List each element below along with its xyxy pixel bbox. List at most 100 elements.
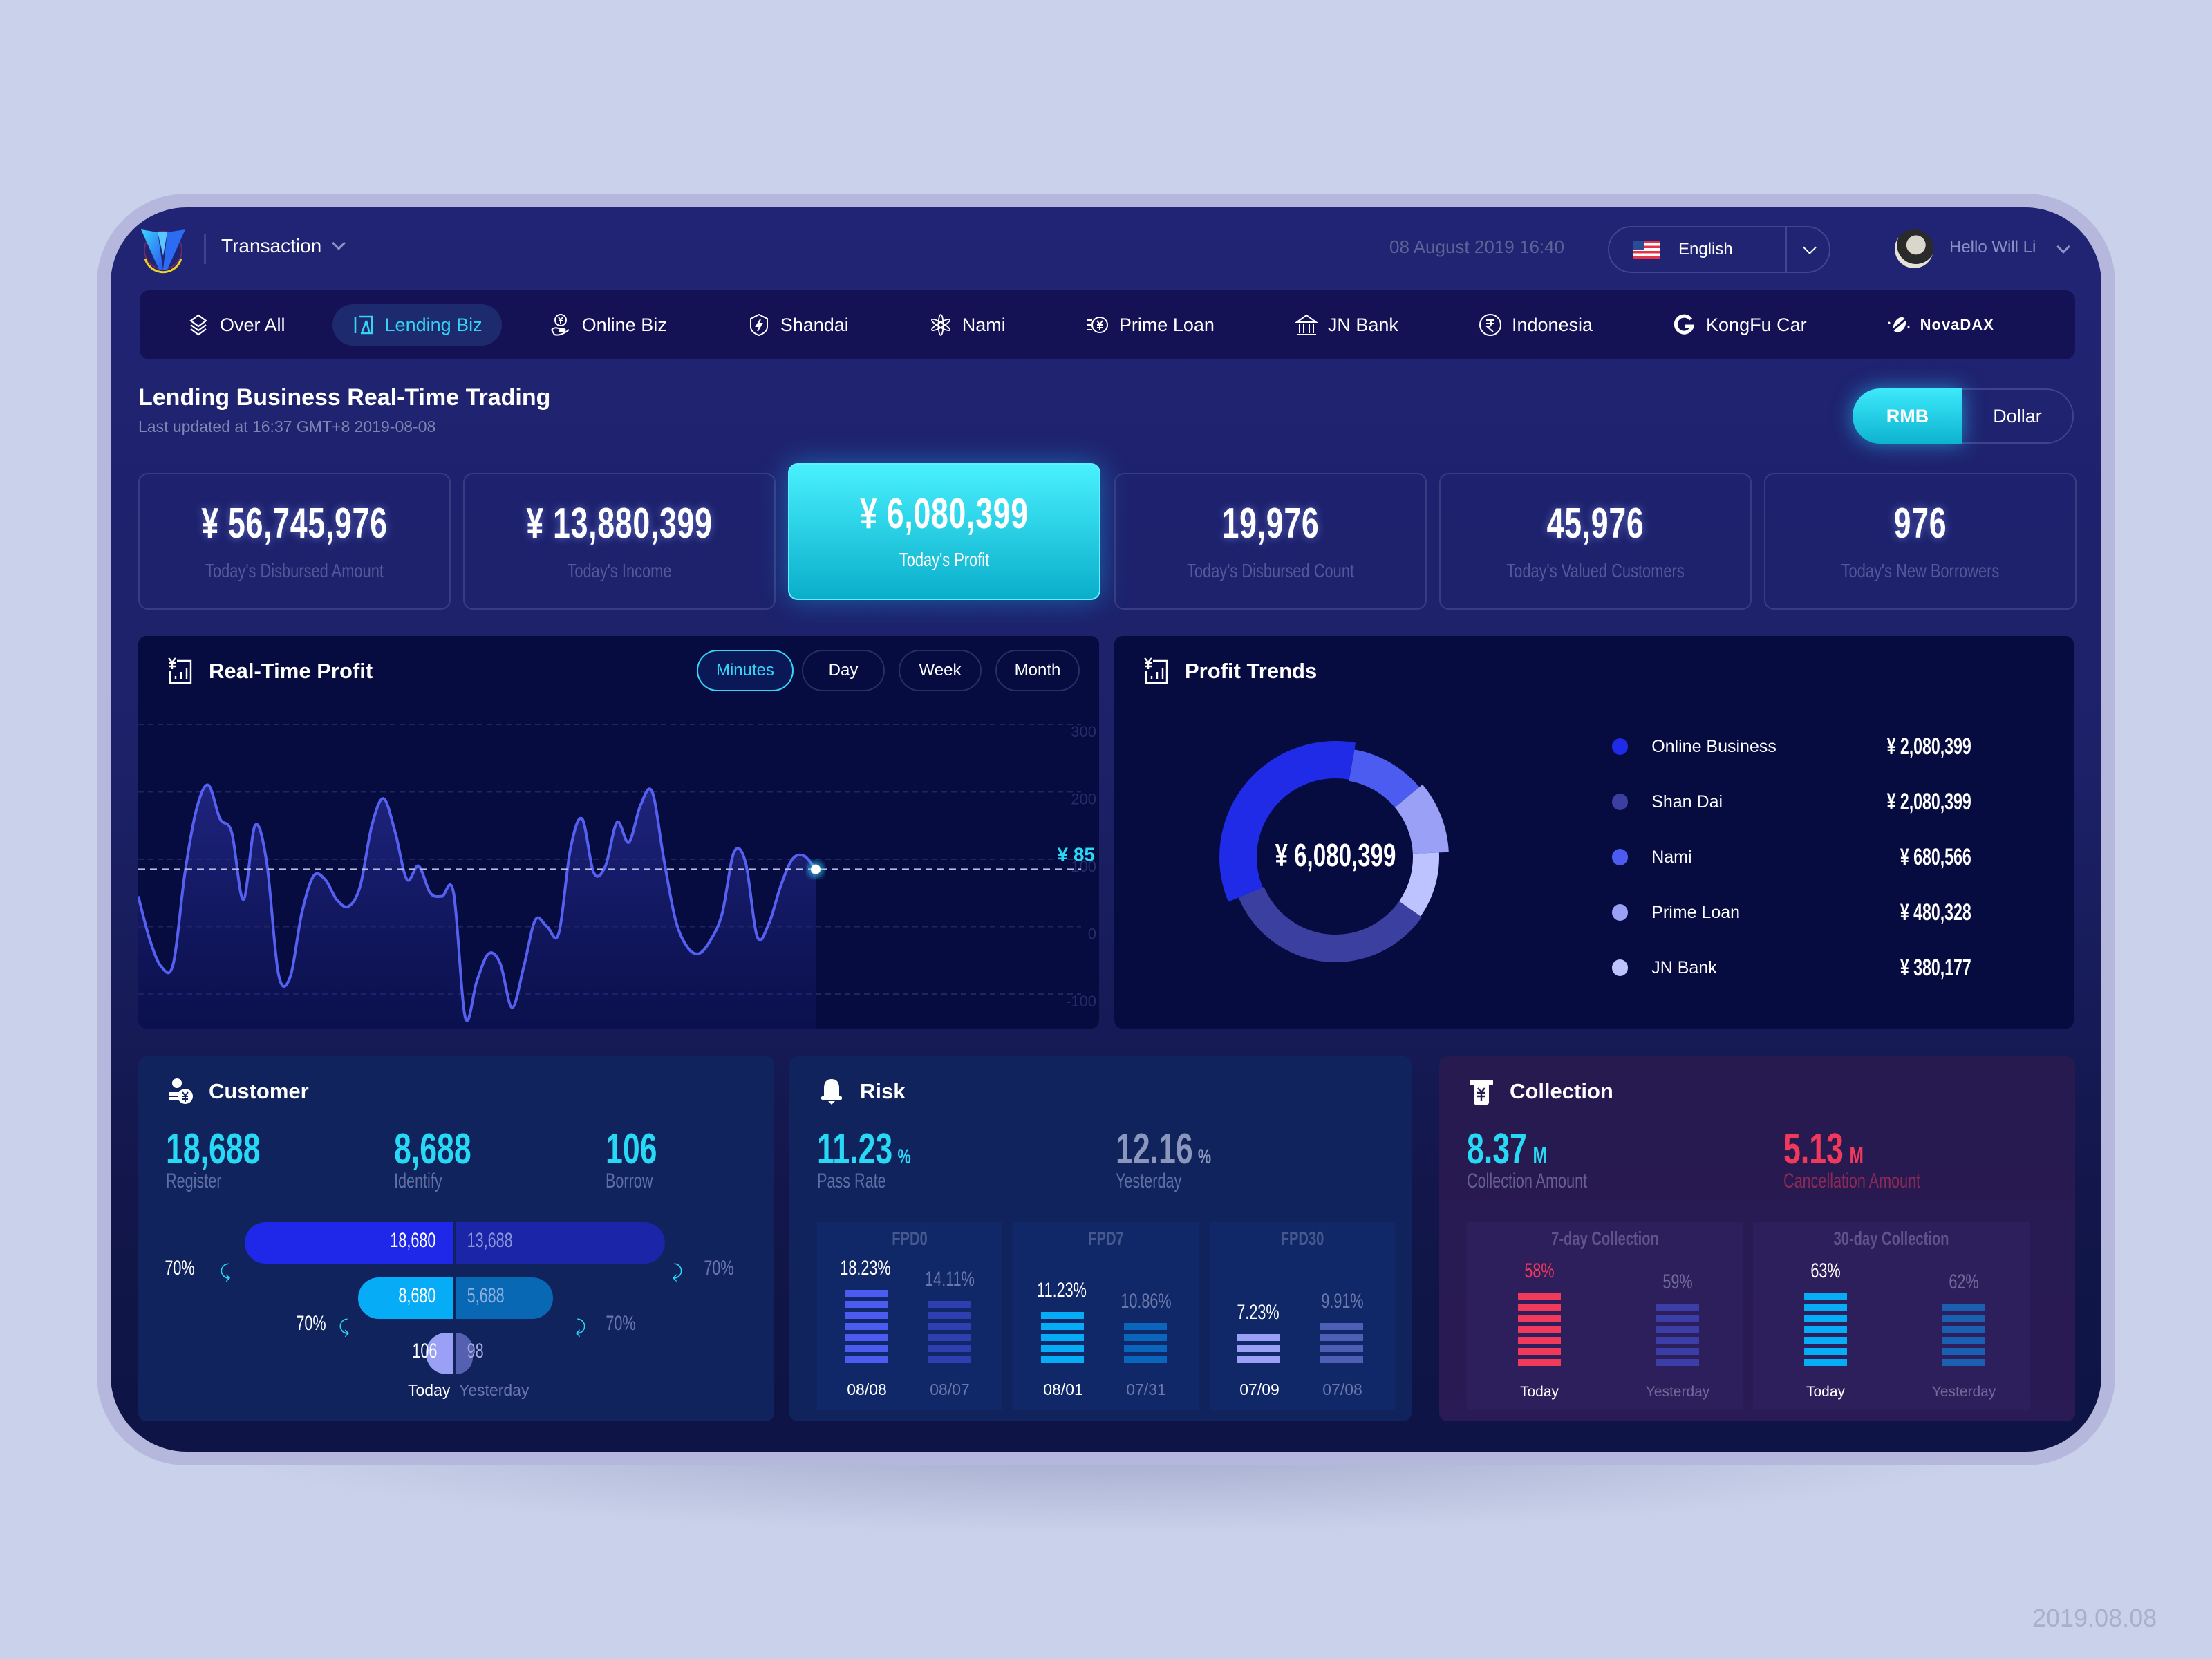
- kpi-card-income[interactable]: ¥ 13,880,399 Today's Income: [463, 473, 776, 610]
- panel-title: Risk: [817, 1077, 905, 1106]
- language-select[interactable]: English: [1608, 226, 1830, 273]
- previous-bar-stack: [1124, 1323, 1167, 1363]
- legend-item[interactable]: Prime Loan ¥ 480,328: [1612, 899, 1971, 926]
- kpi-value: ¥ 6,080,399: [860, 490, 1029, 538]
- customer-panel: Customer 18,688 Register 8,688 Identify …: [138, 1056, 774, 1421]
- currency-dollar-button[interactable]: Dollar: [1962, 390, 2072, 442]
- panel-title: Customer: [166, 1077, 309, 1106]
- range-week-button[interactable]: Week: [899, 650, 982, 691]
- nav-item-nami[interactable]: Nami: [910, 304, 1025, 346]
- y-tick-label: -100: [1066, 993, 1096, 1010]
- fpd-title: FPD7: [1088, 1228, 1124, 1249]
- fpd-card-fpd30: FPD30 7.23% 9.91% 07/09 07/08: [1210, 1222, 1395, 1410]
- bar-segment: [1804, 1304, 1847, 1311]
- nav-label: Over All: [220, 314, 285, 335]
- pass-rate-label: Pass Rate: [817, 1170, 886, 1192]
- currency-toggle: RMB Dollar: [1853, 388, 2074, 444]
- legend-item[interactable]: Online Business ¥ 2,080,399: [1612, 733, 1971, 760]
- identify-label: Identify: [394, 1170, 442, 1192]
- range-minutes-button[interactable]: Minutes: [697, 650, 794, 691]
- chevron-down-icon: [1803, 241, 1817, 254]
- legend-value: ¥ 680,566: [1900, 843, 1971, 870]
- nav-item-lending-biz[interactable]: Lending Biz: [332, 304, 502, 346]
- nav-label: Nami: [962, 314, 1006, 335]
- chevron-down-icon: [332, 236, 346, 250]
- flower-icon: [930, 314, 950, 336]
- user-greeting[interactable]: Hello Will Li: [1949, 238, 2036, 257]
- kpi-label: Today's Valued Customers: [1506, 560, 1685, 581]
- bar-segment: [1041, 1334, 1084, 1341]
- register-label: Register: [166, 1170, 222, 1192]
- nav-item-shandai[interactable]: Shandai: [728, 304, 868, 346]
- range-month-button[interactable]: Month: [995, 650, 1080, 691]
- funnel-today-value: 106: [412, 1340, 438, 1362]
- bar-segment: [1320, 1334, 1363, 1341]
- conversion-today-1: 70%: [165, 1257, 195, 1280]
- profit-trends-panel: Profit Trends ¥ 6,080,399 Online Busines…: [1114, 636, 2074, 1029]
- bar-segment: [1656, 1315, 1699, 1322]
- kpi-card-profit[interactable]: ¥ 6,080,399 Today's Profit: [788, 463, 1100, 600]
- user-avatar[interactable]: [1895, 229, 1933, 268]
- bar-segment: [1124, 1345, 1167, 1352]
- bar-segment: [928, 1323, 971, 1330]
- panel-title-text: Risk: [860, 1079, 906, 1103]
- today-bar-stack: [1804, 1293, 1847, 1366]
- lending-icon: [354, 315, 373, 335]
- kpi-card-valued-customers[interactable]: 45,976 Today's Valued Customers: [1439, 473, 1752, 610]
- bar-segment: [1942, 1337, 1985, 1344]
- kpi-card-disbursed-count[interactable]: 19,976 Today's Disbursed Count: [1114, 473, 1427, 610]
- bar-segment: [1041, 1312, 1084, 1319]
- fpd-card-fpd0: FPD0 18.23% 14.11% 08/08 08/07: [817, 1222, 1002, 1410]
- page-title: Lending Business Real-Time Trading: [138, 384, 551, 411]
- app-logo-icon[interactable]: [140, 228, 185, 274]
- donut-total: ¥ 6,080,399: [1275, 837, 1396, 873]
- funnel-yesterday-value: 98: [467, 1340, 484, 1362]
- nav-item-jn-bank[interactable]: JN Bank: [1275, 304, 1418, 346]
- yesterday-bar-stack: [1942, 1304, 1985, 1366]
- nav-label: Indonesia: [1511, 314, 1593, 335]
- nav-item-kongfu-car[interactable]: KongFu Car: [1653, 304, 1826, 346]
- nav-label: Online Biz: [581, 314, 667, 335]
- nav-item-prime-loan[interactable]: Prime Loan: [1067, 304, 1234, 346]
- novadax-logo-icon: [1888, 316, 1910, 334]
- nav-item-indonesia[interactable]: Indonesia: [1459, 304, 1612, 346]
- bar-segment: [1237, 1345, 1280, 1352]
- nav-item-novadax[interactable]: NovaDAX: [1868, 304, 2014, 346]
- range-day-button[interactable]: Day: [802, 650, 885, 691]
- borrow-label: Borrow: [606, 1170, 653, 1192]
- previous-pct: 10.86%: [1121, 1290, 1172, 1313]
- bar-segment: [1124, 1356, 1167, 1363]
- legend-item[interactable]: Nami ¥ 680,566: [1612, 843, 1971, 871]
- previous-pct: 14.11%: [925, 1268, 975, 1291]
- legend-name: Shan Dai: [1651, 791, 1723, 812]
- y-tick-label: 300: [1071, 723, 1096, 740]
- kpi-value: 45,976: [1546, 500, 1644, 547]
- bar-segment: [1518, 1348, 1561, 1355]
- kpi-card-disbursed-amount[interactable]: ¥ 56,745,976 Today's Disbursed Amount: [138, 473, 451, 610]
- nav-item-over-all[interactable]: Over All: [167, 304, 305, 346]
- previous-date: 07/31: [1126, 1380, 1166, 1398]
- kpi-label: Today's New Borrowers: [1841, 560, 2000, 581]
- y-tick-label: 0: [1088, 926, 1096, 943]
- collection-amount-unit: M: [1533, 1143, 1547, 1169]
- panel-title-text: Profit Trends: [1185, 659, 1318, 683]
- nav-label: NovaDAX: [1920, 316, 1994, 333]
- legend-item[interactable]: Shan Dai ¥ 2,080,399: [1612, 788, 1971, 816]
- legend-name: Nami: [1651, 847, 1692, 867]
- yesterday-rate-value: 12.16%: [1116, 1128, 1211, 1171]
- legend-item[interactable]: JN Bank ¥ 380,177: [1612, 954, 1971, 982]
- currency-rmb-button[interactable]: RMB: [1853, 388, 1962, 444]
- panel-title: Profit Trends: [1142, 657, 1317, 686]
- previous-bar-stack: [1320, 1323, 1363, 1363]
- yesterday-bar-stack: [1656, 1304, 1699, 1366]
- nav-item-online-biz[interactable]: Online Biz: [529, 304, 686, 346]
- app-menu-dropdown[interactable]: Transaction: [221, 235, 346, 257]
- g-logo-icon: [1674, 314, 1695, 335]
- kpi-card-new-borrowers[interactable]: 976 Today's New Borrowers: [1764, 473, 2077, 610]
- fpd-title: FPD30: [1280, 1228, 1324, 1249]
- date-watermark: 2019.08.08: [2032, 1604, 2157, 1632]
- previous-pct: 9.91%: [1321, 1290, 1364, 1313]
- funnel-today-value: 18,680: [390, 1229, 436, 1252]
- bar-segment: [1656, 1348, 1699, 1355]
- user-menu-chevron-icon[interactable]: [2056, 240, 2070, 254]
